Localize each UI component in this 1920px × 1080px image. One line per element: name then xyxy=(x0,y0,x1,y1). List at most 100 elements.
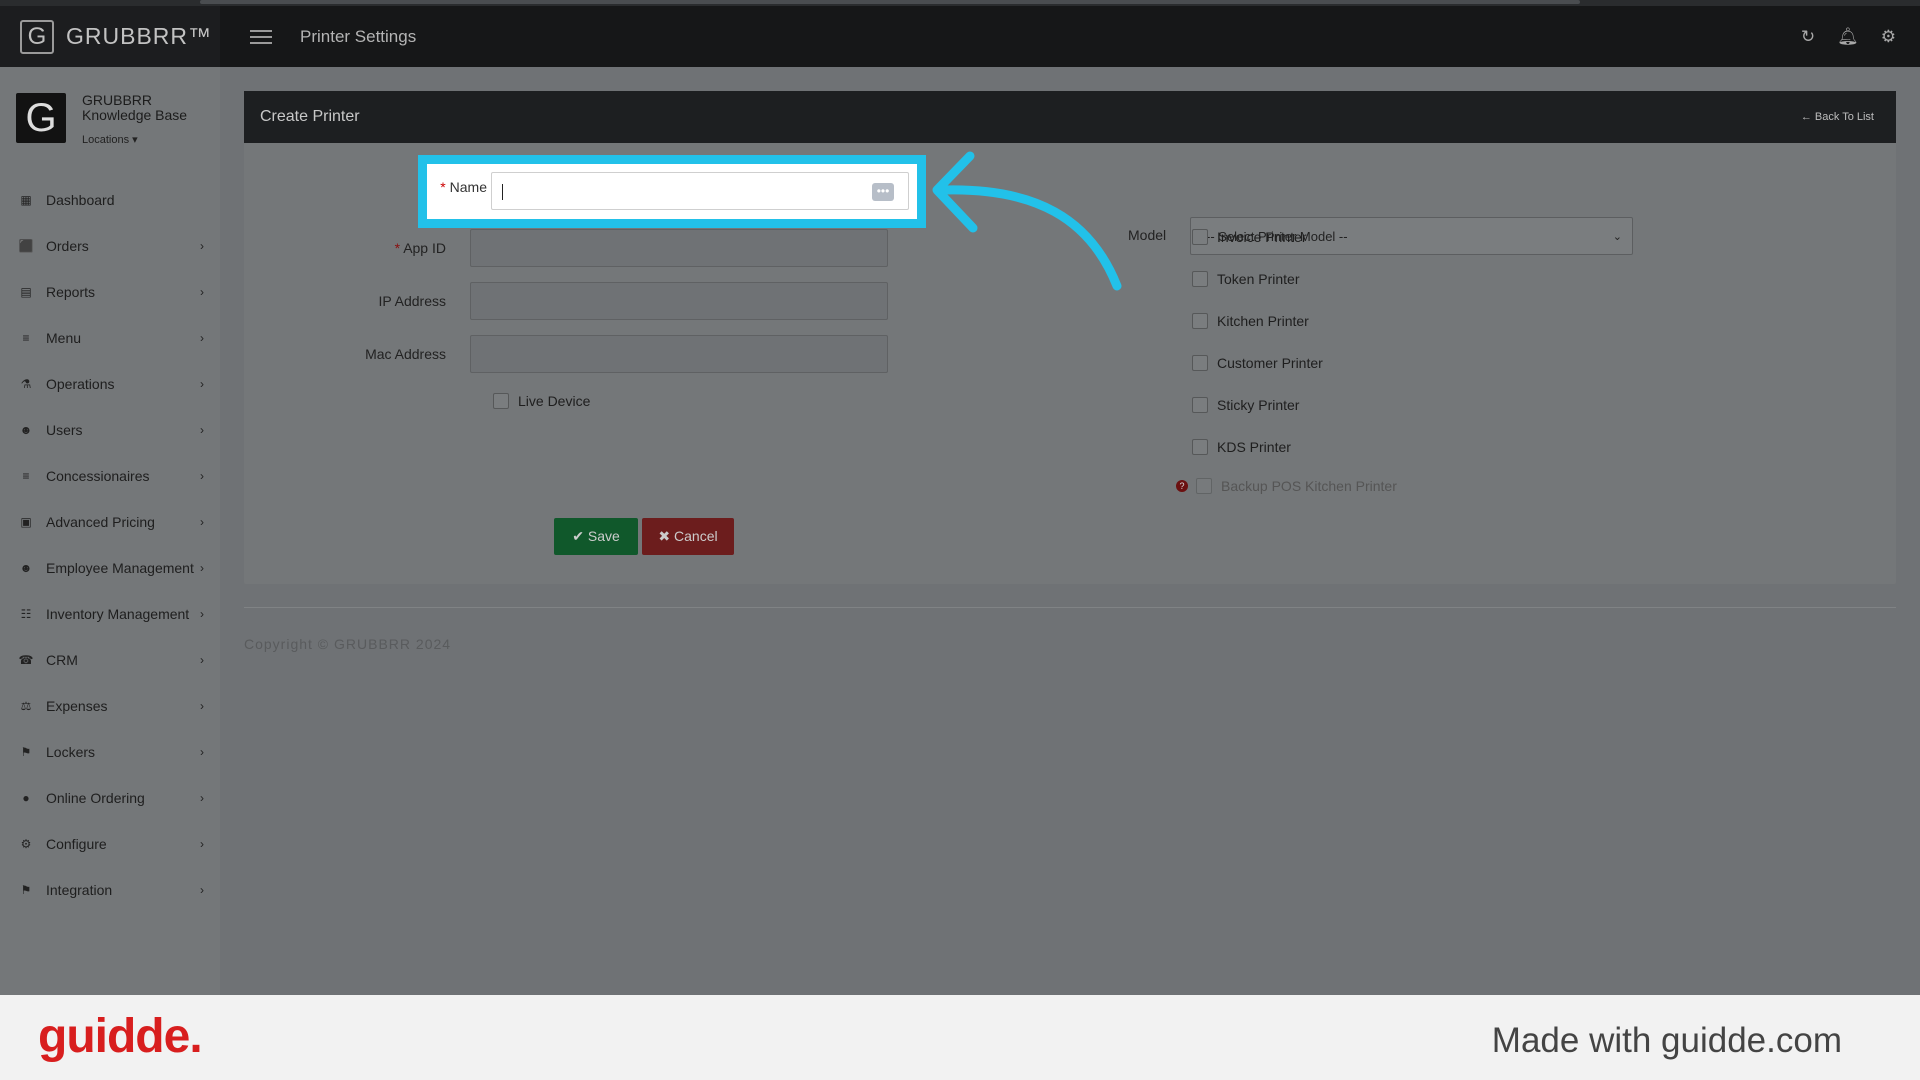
progress-bar xyxy=(200,0,1580,4)
kitchen-printer-checkbox[interactable] xyxy=(1192,313,1208,329)
sidebar-item-reports[interactable]: ▤ Reports › xyxy=(0,269,220,315)
sidebar-item-inventory-management[interactable]: ☷ Inventory Management › xyxy=(0,591,220,637)
sidebar-item-icon: ☻ xyxy=(19,423,33,437)
sidebar-item-dashboard[interactable]: ▦ Dashboard xyxy=(0,177,220,223)
guidde-logo: guidde. xyxy=(38,1010,203,1063)
mac-address-input[interactable] xyxy=(470,335,888,373)
customer-printer-checkbox[interactable] xyxy=(1192,355,1208,371)
text-cursor xyxy=(502,184,503,200)
cancel-button[interactable]: ✖ Cancel xyxy=(642,518,734,555)
sidebar-item-label: Menu xyxy=(46,330,82,346)
refresh-icon[interactable]: ↻ xyxy=(1801,27,1815,47)
printer-type-option: Sticky Printer xyxy=(1192,397,1299,413)
chevron-right-icon: › xyxy=(200,883,204,897)
printer-type-label: KDS Printer xyxy=(1217,439,1291,455)
sidebar-item-icon: ≡ xyxy=(22,469,30,483)
sidebar-item-icon: ▤ xyxy=(20,285,32,299)
card-title: Create Printer xyxy=(260,108,360,125)
ip-address-input[interactable] xyxy=(470,282,888,320)
required-mark: * xyxy=(394,240,401,256)
name-input[interactable]: ••• xyxy=(491,172,909,210)
ip-address-label: IP Address xyxy=(378,293,446,309)
chevron-right-icon: › xyxy=(200,745,204,759)
printer-type-option: Token Printer xyxy=(1192,271,1299,287)
sidebar-item-expenses[interactable]: ⚖ Expenses › xyxy=(0,683,220,729)
live-device-label: Live Device xyxy=(518,393,591,409)
sidebar-item-icon: ☻ xyxy=(19,561,33,575)
app-id-label: App ID xyxy=(403,240,446,256)
sidebar-item-label: Employee Management xyxy=(46,560,194,576)
avatar: G xyxy=(16,93,66,143)
sidebar-item-label: Expenses xyxy=(46,698,108,714)
made-with-guidde: Made with guidde.com xyxy=(1491,1021,1842,1060)
sidebar-item-label: Online Ordering xyxy=(46,790,145,806)
chevron-right-icon: › xyxy=(200,285,204,299)
sidebar-item-advanced-pricing[interactable]: ▣ Advanced Pricing › xyxy=(0,499,220,545)
sidebar-item-crm[interactable]: ☎ CRM › xyxy=(0,637,220,683)
sidebar-item-users[interactable]: ☻ Users › xyxy=(0,407,220,453)
printer-type-option: Customer Printer xyxy=(1192,355,1323,371)
invoice-printer-checkbox[interactable] xyxy=(1192,229,1208,245)
sidebar-item-label: Inventory Management xyxy=(46,606,190,622)
bell-icon[interactable]: 🔔︎ xyxy=(1837,27,1859,47)
chevron-right-icon: › xyxy=(200,607,204,621)
app-header: G GRUBBRR™ Printer Settings ↻ 🔔︎ ⚙ xyxy=(0,6,1920,67)
sticky-printer-checkbox[interactable] xyxy=(1192,397,1208,413)
chevron-right-icon: › xyxy=(200,515,204,529)
sidebar-item-lockers[interactable]: ⚑ Lockers › xyxy=(0,729,220,775)
copyright: Copyright © GRUBBRR 2024 xyxy=(244,636,452,652)
sidebar-item-integration[interactable]: ⚑ Integration › xyxy=(0,867,220,913)
chevron-right-icon: › xyxy=(200,423,204,437)
chevron-right-icon: › xyxy=(200,561,204,575)
kds-printer-checkbox[interactable] xyxy=(1192,439,1208,455)
printer-type-label: Sticky Printer xyxy=(1217,397,1300,413)
chevron-right-icon: › xyxy=(200,653,204,667)
gear-icon[interactable]: ⚙ xyxy=(1881,27,1896,47)
brand-logo[interactable]: G GRUBBRR™ xyxy=(0,6,220,67)
token-printer-checkbox[interactable] xyxy=(1192,271,1208,287)
sidebar-item-online-ordering[interactable]: ● Online Ordering › xyxy=(0,775,220,821)
backup-kitchen-printer-checkbox[interactable] xyxy=(1196,478,1212,494)
sidebar-item-icon: ≡ xyxy=(22,331,30,345)
save-button[interactable]: ✔ Save xyxy=(554,518,638,555)
sidebar-item-employee-management[interactable]: ☻ Employee Management › xyxy=(0,545,220,591)
sidebar-item-icon: ● xyxy=(22,791,30,805)
sidebar-item-label: Users xyxy=(46,422,83,438)
chevron-right-icon: › xyxy=(200,377,204,391)
guidde-footer: guidde. Made with guidde.com xyxy=(0,995,1920,1080)
printer-type-option: Invoice Printer xyxy=(1192,229,1306,245)
sidebar-item-menu[interactable]: ≡ Menu › xyxy=(0,315,220,361)
sidebar-item-label: Orders xyxy=(46,238,89,254)
app-id-input[interactable] xyxy=(470,229,888,267)
sidebar-item-icon: ☷ xyxy=(20,607,32,621)
profile-name: GRUBBRR xyxy=(82,92,153,108)
sidebar-item-configure[interactable]: ⚙ Configure › xyxy=(0,821,220,867)
sidebar-item-label: Reports xyxy=(46,284,96,300)
sidebar-item-icon: ▦ xyxy=(20,193,32,207)
printer-type-label: Kitchen Printer xyxy=(1217,313,1309,329)
sidebar-item-icon: ⚑ xyxy=(20,745,32,759)
profile: G GRUBBRR Knowledge Base Locations ▾ xyxy=(0,67,220,177)
help-icon[interactable]: ? xyxy=(1176,480,1188,492)
sidebar-item-label: Advanced Pricing xyxy=(46,514,155,530)
hamburger-menu-icon[interactable] xyxy=(250,29,272,44)
sidebar-item-orders[interactable]: ⬛ Orders › xyxy=(0,223,220,269)
printer-type-option: Kitchen Printer xyxy=(1192,313,1309,329)
sidebar-item-label: Integration xyxy=(46,882,113,898)
sidebar-item-operations[interactable]: ⚗ Operations › xyxy=(0,361,220,407)
chevron-right-icon: › xyxy=(200,239,204,253)
page-title: Printer Settings xyxy=(300,26,417,46)
sidebar-item-concessionaires[interactable]: ≡ Concessionaires › xyxy=(0,453,220,499)
sidebar-item-icon: ⚙ xyxy=(20,837,32,851)
sidebar-item-icon: ⬛ xyxy=(18,239,34,253)
back-to-list-link[interactable]: ← Back To List xyxy=(1801,111,1874,123)
sidebar-item-label: Lockers xyxy=(46,744,96,760)
chevron-right-icon: › xyxy=(200,699,204,713)
more-options-icon[interactable]: ••• xyxy=(872,183,894,201)
sidebar-item-label: Configure xyxy=(46,836,107,852)
locations-dropdown[interactable]: Locations ▾ xyxy=(82,133,187,148)
name-label: Name xyxy=(449,179,487,195)
sidebar-item-icon: ⚗ xyxy=(20,377,32,391)
sidebar-item-label: Operations xyxy=(46,376,115,392)
live-device-checkbox[interactable] xyxy=(493,393,509,409)
